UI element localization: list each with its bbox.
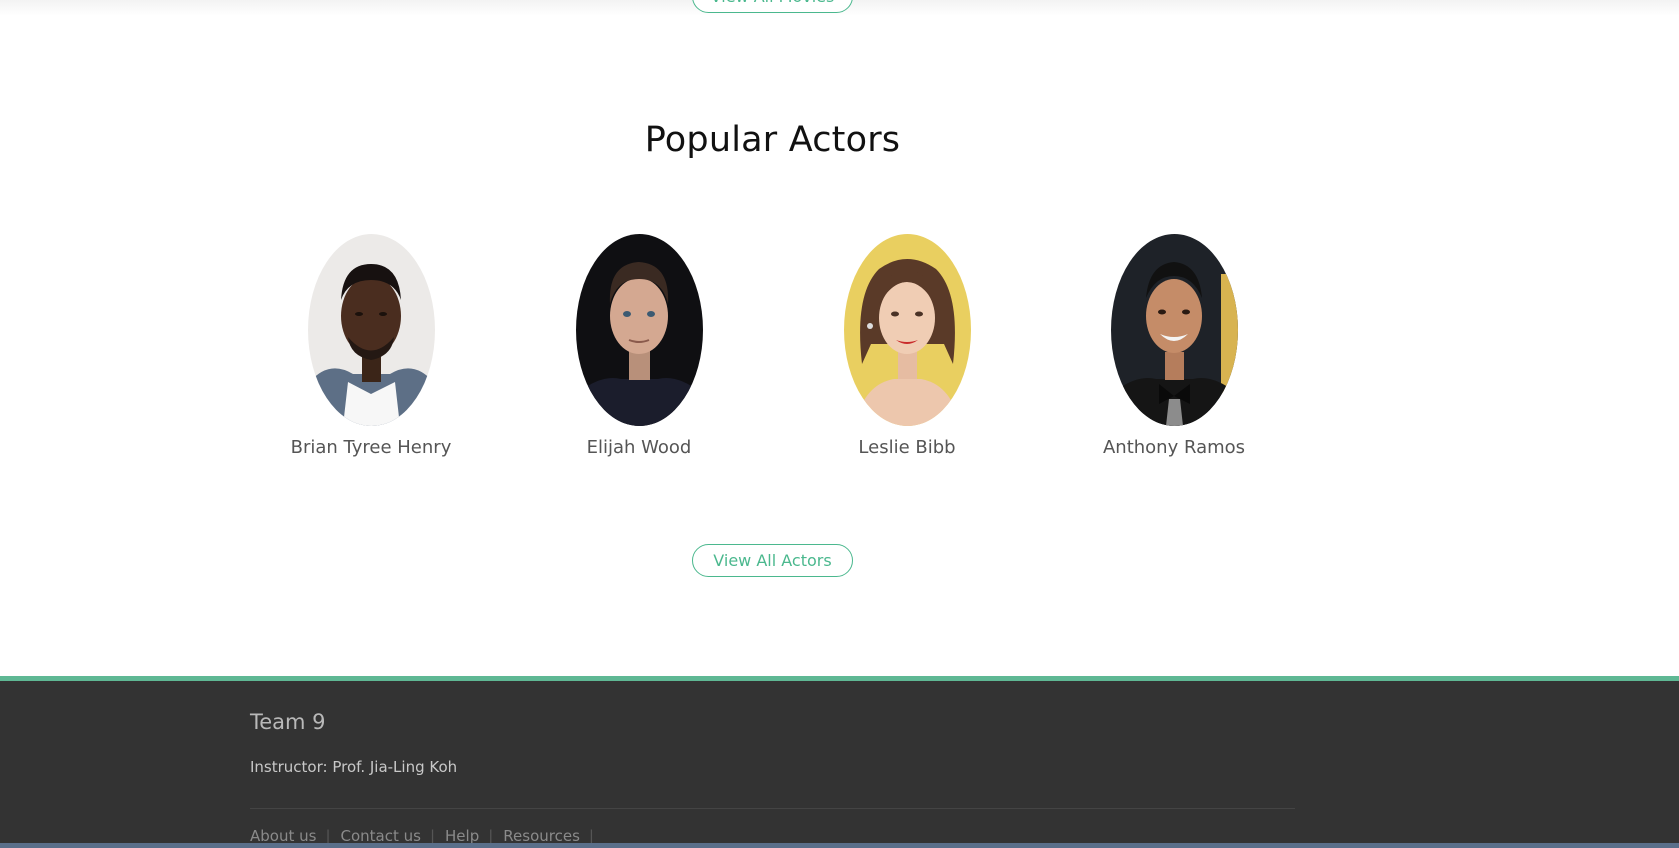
actor-name[interactable]: Elijah Wood xyxy=(529,437,749,458)
bottom-bar xyxy=(0,843,1679,848)
actor-photo[interactable] xyxy=(307,234,435,426)
actor-card[interactable]: Anthony Ramos xyxy=(1064,234,1284,458)
actor-name[interactable]: Leslie Bibb xyxy=(797,437,1017,458)
actor-card[interactable]: Brian Tyree Henry xyxy=(261,234,481,458)
footer: Team 9 Instructor: Prof. Jia-Ling Koh Ab… xyxy=(0,676,1679,848)
view-all-movies-button[interactable]: View All Movies xyxy=(692,0,853,13)
actor-card[interactable]: Elijah Wood xyxy=(529,234,749,458)
footer-team-name: Team 9 xyxy=(250,710,326,734)
page: View All Movies Popular Actors Brian Tyr… xyxy=(0,0,1679,848)
section-title: Popular Actors xyxy=(644,120,901,160)
actor-photo[interactable] xyxy=(843,234,971,426)
actor-photo[interactable] xyxy=(1110,234,1238,426)
actor-photo[interactable] xyxy=(575,234,703,426)
actor-name[interactable]: Anthony Ramos xyxy=(1064,437,1284,458)
actor-card[interactable]: Leslie Bibb xyxy=(797,234,1017,458)
actor-name[interactable]: Brian Tyree Henry xyxy=(261,437,481,458)
footer-divider xyxy=(250,808,1295,809)
view-all-actors-button[interactable]: View All Actors xyxy=(692,544,853,577)
footer-instructor: Instructor: Prof. Jia-Ling Koh xyxy=(250,758,458,776)
